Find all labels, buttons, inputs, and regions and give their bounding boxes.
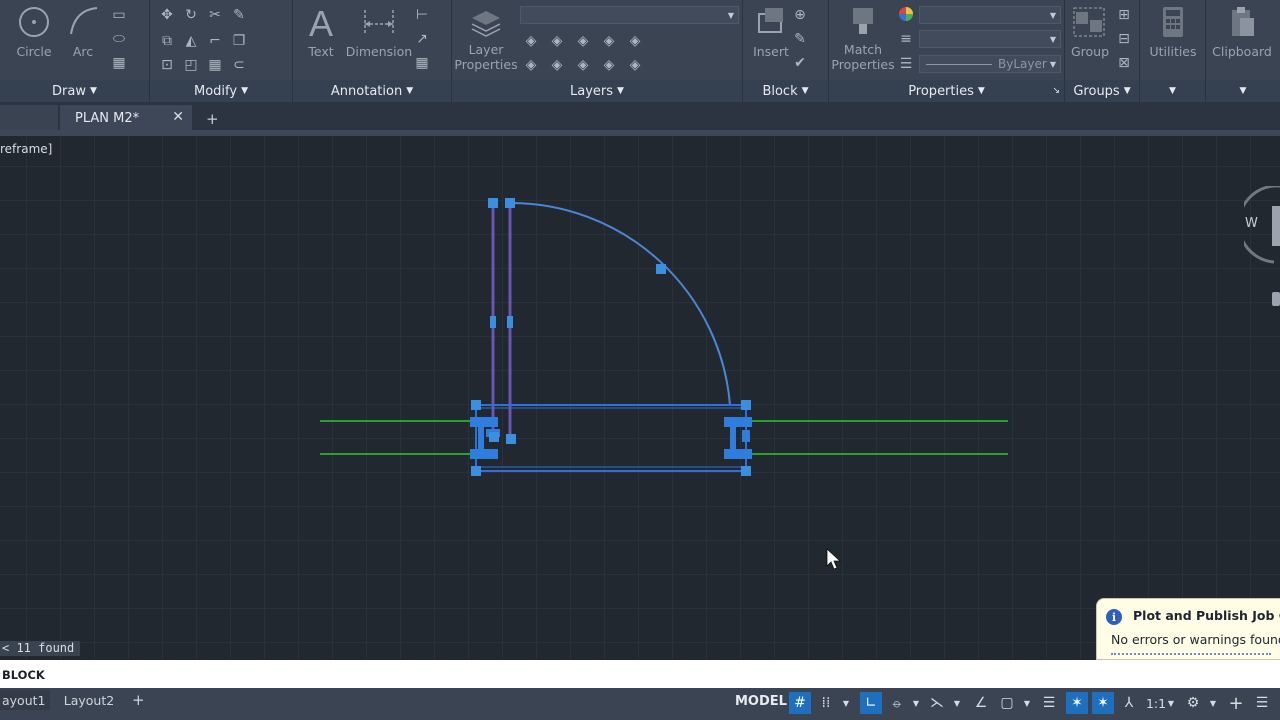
chevron-down-icon[interactable]: ▼ (952, 692, 962, 714)
auto-scale-icon[interactable]: ✶ (1092, 692, 1114, 714)
door-frame[interactable] (475, 404, 747, 472)
lineweight-display-icon[interactable]: ☰ (1038, 692, 1060, 714)
annotation-scale-icon[interactable]: ⅄ (1118, 692, 1140, 714)
door-drawing (320, 198, 1008, 570)
add-plus-icon[interactable]: + (1225, 692, 1247, 714)
mouse-cursor-icon (826, 548, 842, 570)
menu-icon[interactable]: ☰ (1251, 692, 1273, 714)
grip[interactable] (471, 466, 481, 476)
grip[interactable] (506, 434, 516, 444)
ortho-icon[interactable]: ∟ (860, 692, 882, 714)
wall-lines[interactable] (320, 420, 1008, 455)
command-line[interactable]: BLOCK (0, 660, 1280, 688)
chevron-down-icon[interactable]: ▼ (1022, 692, 1032, 714)
grip[interactable] (489, 432, 499, 442)
object-snap-icon[interactable]: ▢ (996, 692, 1018, 714)
tab-layout2[interactable]: Layout2 (54, 690, 124, 710)
chevron-down-icon[interactable]: ▼ (1208, 692, 1218, 714)
add-layout-plus-icon[interactable]: + (132, 690, 146, 710)
viewcube-compass[interactable] (1244, 186, 1280, 316)
command-text: BLOCK (2, 668, 45, 682)
grid-icon[interactable]: # (789, 692, 811, 714)
selection-count-text: < 11 found (0, 641, 81, 656)
polar-tracking-icon[interactable]: ⦵ (886, 692, 908, 714)
grip[interactable] (741, 400, 751, 410)
object-snap-tracking-icon[interactable]: ∠ (970, 692, 992, 714)
right-jamb[interactable] (724, 417, 752, 459)
tab-layout1[interactable]: ayout1 (0, 690, 50, 710)
notification-title: Plot and Publish Job Com (1133, 608, 1280, 623)
chevron-down-icon[interactable]: ▼ (841, 692, 851, 714)
gear-icon[interactable]: ⚙ (1182, 692, 1204, 714)
chevron-down-icon[interactable]: ▼ (911, 692, 921, 714)
selection-grips[interactable] (471, 198, 751, 476)
isodraft-icon[interactable]: ⋋ (926, 692, 948, 714)
grip[interactable] (490, 316, 496, 328)
grip[interactable] (507, 316, 513, 328)
notification-link[interactable] (1111, 653, 1271, 657)
chevron-down-icon[interactable]: ▼ (1166, 692, 1176, 714)
snap-icon[interactable]: ⁞⁞ (815, 692, 837, 714)
grip[interactable] (471, 400, 481, 410)
viewcube-west-label[interactable]: W (1245, 216, 1258, 231)
model-space-button[interactable]: MODEL (735, 694, 787, 709)
grip[interactable] (741, 466, 751, 476)
grip[interactable] (656, 264, 666, 274)
grip[interactable] (505, 198, 515, 208)
door-swing-arc[interactable] (509, 201, 731, 406)
status-bar: ayout1 Layout2 + MODEL # ⁞⁞ ▼ ∟ ⦵ ▼ ⋋ ▼ … (0, 688, 1280, 720)
notification-body: No errors or warnings found (1111, 632, 1280, 647)
annotation-visibility-icon[interactable]: ✶ (1066, 692, 1088, 714)
info-icon: i (1106, 609, 1122, 625)
grip[interactable] (488, 198, 498, 208)
plot-publish-notification[interactable]: i Plot and Publish Job Com No errors or … (1096, 598, 1280, 660)
